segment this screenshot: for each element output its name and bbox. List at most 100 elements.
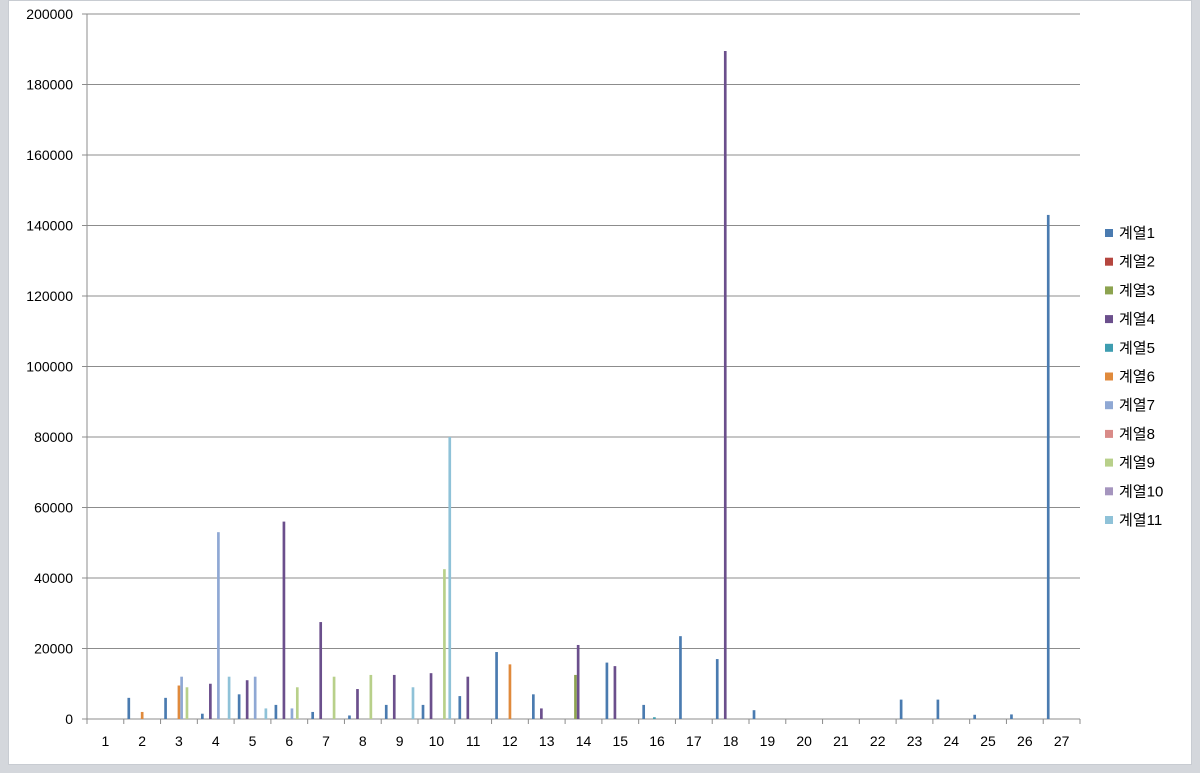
bar-계열1-10 [421,704,425,719]
bar-계열4-13 [540,708,543,719]
x-tick-label: 4 [212,733,220,749]
legend-swatch [1105,372,1113,381]
bar-계열1-11 [458,696,462,719]
bar-계열1-3 [164,697,167,719]
bar-계열4-10 [429,673,433,719]
x-tick-label: 1 [101,733,109,749]
x-axis: 1 2 3 4 5 6 7 8 9 10 11 12 13 14 15 16 17 18 19 20 21 22 23 24 2… [86,718,1081,749]
x-tick-label: 13 [539,733,555,749]
x-tick-label: 20 [796,733,812,749]
bar-계열1-16 [642,704,646,719]
bar-계열1-17 [679,636,682,719]
bar-계열4-4 [209,683,212,719]
bar-계열6-12 [508,664,512,719]
x-tick-label: 15 [612,733,628,749]
x-tick-label: 27 [1054,733,1070,749]
x-tick-label: 5 [249,733,257,749]
bar-계열1-6 [274,704,278,719]
y-tick-label: 100000 [26,359,73,375]
bar-계열1-5 [237,694,241,719]
x-tick-label: 2 [138,733,146,749]
bar-계열1-12 [495,652,498,719]
bars [127,51,1050,720]
legend-swatch [1105,401,1113,410]
legend-label: 계열9 [1119,455,1155,472]
legend-swatch [1105,429,1113,438]
bar-계열1-18 [715,659,719,719]
y-axis: 0 20000 40000 60000 80000 100000 120000 140000 1… [26,6,88,727]
x-tick-label: 7 [322,733,330,749]
legend-label: 계열3 [1119,282,1155,299]
bar-계열5-16 [653,717,656,719]
bar-계열11-5 [264,708,268,719]
bar-계열7-6 [290,708,294,719]
legend-swatch [1105,257,1113,266]
legend-swatch [1105,458,1113,467]
x-tick-label: 25 [980,733,996,749]
y-tick-label: 120000 [26,288,73,304]
legend-label: 계열10 [1119,483,1163,500]
bar-계열9-10 [443,569,446,719]
y-tick-label: 20000 [34,641,73,657]
bar-계열1-7 [311,711,315,719]
bar-계열1-4 [201,713,204,719]
x-tick-label: 9 [396,733,404,749]
bar-계열11-9 [411,687,415,719]
bar-chart: 0 20000 40000 60000 80000 100000 120000 140000 1… [26,6,1163,749]
bar-계열1-24 [936,699,940,719]
bar-계열6-2 [140,711,144,719]
bar-계열1-13 [532,694,535,719]
legend-label: 계열7 [1119,397,1155,414]
x-tick-label: 26 [1017,733,1033,749]
x-tick-label: 19 [760,733,776,749]
bar-계열4-14 [576,644,580,719]
y-tick-label: 200000 [26,6,73,22]
x-tick-label: 11 [466,733,481,749]
x-tick-label: 6 [285,733,293,749]
x-tick-label: 10 [429,733,445,749]
x-tick-label: 8 [359,733,367,749]
bar-계열7-3 [180,676,183,719]
y-tick-label: 80000 [34,429,73,445]
legend-label: 계열11 [1119,512,1162,529]
y-tick-label: 40000 [34,570,73,586]
bar-계열4-11 [466,676,470,719]
y-tick-label: 60000 [34,500,73,516]
bar-계열1-25 [973,714,977,719]
bar-계열9-3 [185,687,189,719]
x-tick-label: 23 [907,733,923,749]
bar-계열1-8 [348,715,351,719]
x-tick-label: 3 [175,733,183,749]
legend-label: 계열2 [1119,254,1155,271]
legend-label: 계열6 [1119,369,1155,386]
bar-계열4-18 [723,51,727,719]
bar-계열9-6 [295,687,299,719]
bar-계열1-26 [1010,714,1013,719]
bar-계열1-2 [127,697,131,719]
y-tick-label: 140000 [26,218,73,234]
bar-계열9-7 [332,676,336,719]
y-tick-label: 180000 [26,77,73,93]
x-tick-label: 14 [576,733,592,749]
bar-계열7-4 [217,532,220,719]
x-tick-label: 24 [943,733,959,749]
x-tick-label: 18 [723,733,739,749]
bar-계열1-15 [605,662,609,719]
bar-계열11-4 [227,676,231,719]
gridlines [87,13,1080,649]
bar-계열1-19 [752,710,756,719]
x-tick-label: 17 [686,733,702,749]
bar-계열9-8 [369,674,373,719]
x-tick-label: 16 [649,733,665,749]
legend-swatch [1105,487,1113,496]
legend-swatch [1105,315,1113,324]
legend-label: 계열8 [1119,426,1155,443]
legend-swatch [1105,343,1113,352]
legend-swatch [1105,286,1113,295]
x-tick-label: 12 [502,733,518,749]
y-tick-label: 160000 [26,147,73,163]
legend-label: 계열5 [1119,340,1155,357]
y-tick-label: 0 [65,711,73,727]
bar-계열1-27 [1046,214,1050,720]
bar-계열4-15 [613,666,617,719]
